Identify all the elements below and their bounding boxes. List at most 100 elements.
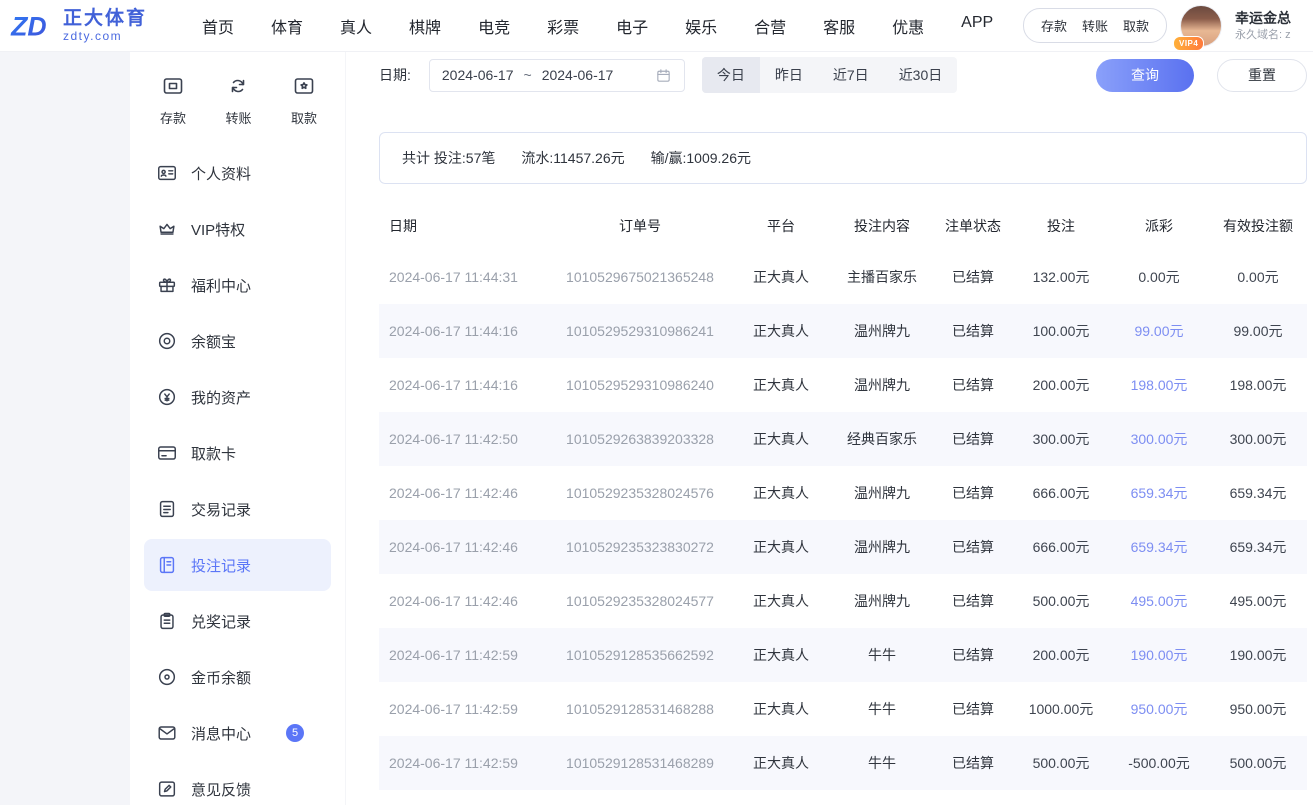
brand-mark-icon: ZD [10,7,56,45]
cell-status: 已结算 [933,321,1013,341]
cell-platform: 正大真人 [731,483,831,503]
cell-bet: 132.00元 [1013,267,1109,287]
clipboard-icon [156,610,178,632]
main-nav: 首页 体育 真人 棋牌 电竞 彩票 电子 娱乐 合营 客服 优惠 APP [202,14,993,38]
table-row: 2024-06-17 11:42:591010529128531468289正大… [379,736,1307,790]
cell-date: 2024-06-17 11:42:59 [379,755,549,771]
date-end-value: 2024-06-17 [542,67,614,83]
table-row: 2024-06-17 11:42:461010529235323830272正大… [379,520,1307,574]
nav-item-sports[interactable]: 体育 [271,14,303,38]
brand-logo[interactable]: ZD 正大体育 zdty.com [10,7,176,45]
sidebar-item-transactions[interactable]: 交易记录 [144,483,331,535]
cell-order: 1010529675021365248 [549,269,731,285]
cell-valid: 659.34元 [1209,483,1307,503]
range-today-button[interactable]: 今日 [702,57,760,93]
date-range-input[interactable]: 2024-06-17 ~ 2024-06-17 [429,59,685,92]
sidebar-item-withdraw-card[interactable]: 取款卡 [144,427,331,479]
sidebar-item-vip[interactable]: VIP特权 [144,203,331,255]
cell-order: 1010529235323830272 [549,539,731,555]
main-content: 日期: 2024-06-17 ~ 2024-06-17 今日昨日近7日近30日 … [346,52,1313,805]
sidebar-item-label: 意见反馈 [191,779,251,800]
nav-item-home[interactable]: 首页 [202,14,234,38]
nav-item-esports[interactable]: 电竞 [478,14,510,38]
cell-date: 2024-06-17 11:42:59 [379,647,549,663]
sidebar-item-welfare[interactable]: 福利中心 [144,259,331,311]
sidebar-item-message-center[interactable]: 消息中心5 [144,707,331,759]
query-button[interactable]: 查询 [1096,59,1194,92]
cell-valid: 659.34元 [1209,537,1307,557]
range-last30-button[interactable]: 近30日 [884,57,958,93]
cell-order: 1010529128531468289 [549,755,731,771]
col-header-content: 投注内容 [831,216,933,236]
nav-item-lottery[interactable]: 彩票 [547,14,579,38]
quick-action-transfer[interactable]: 转账 [225,74,251,127]
sidebar-item-feedback[interactable]: 意见反馈 [144,763,331,805]
calendar-icon[interactable] [655,67,672,84]
transfer-icon [226,74,250,101]
cell-order: 1010529128531468288 [549,701,731,717]
sidebar: 存款转账取款 个人资料 VIP特权福利中心余额宝我的资产取款卡交易记录投注记录兑奖… [130,52,346,805]
sidebar-item-label: 个人资料 [191,163,251,184]
quick-action-label: 取款 [291,108,317,127]
cell-payout: 659.34元 [1109,537,1209,557]
cell-status: 已结算 [933,537,1013,557]
range-last7-button[interactable]: 近7日 [818,57,884,93]
summary-card: 共计 投注:57笔 流水:11457.26元 输/赢:1009.26元 [379,132,1307,184]
ledger-icon [156,554,178,576]
wallet-deposit-link[interactable]: 存款 [1041,16,1067,35]
nav-item-entertainment[interactable]: 娱乐 [685,14,717,38]
quick-action-deposit[interactable]: 存款 [160,74,186,127]
quick-action-withdraw[interactable]: 取款 [291,74,317,127]
cell-payout: 190.00元 [1109,645,1209,665]
date-range-presets: 今日昨日近7日近30日 [702,57,957,93]
cell-date: 2024-06-17 11:44:31 [379,269,549,285]
unread-count-badge: 5 [286,724,304,742]
cell-date: 2024-06-17 11:44:16 [379,377,549,393]
cell-order: 1010529128535662592 [549,647,731,663]
cell-platform: 正大真人 [731,267,831,287]
cell-date: 2024-06-17 11:44:16 [379,323,549,339]
sidebar-item-label: 我的资产 [191,387,251,408]
wallet-withdraw-link[interactable]: 取款 [1123,16,1149,35]
sidebar-item-profile[interactable]: 个人资料 [144,147,331,199]
cell-content: 牛牛 [831,645,933,665]
sidebar-item-assets[interactable]: 我的资产 [144,371,331,423]
nav-item-app[interactable]: APP [961,14,993,38]
sidebar-item-gold-balance[interactable]: 金币余额 [144,651,331,703]
nav-item-live[interactable]: 真人 [340,14,372,38]
vip-badge: VIP4 [1173,36,1204,51]
table-row: 2024-06-17 11:42:591010529128535662592正大… [379,628,1307,682]
sidebar-item-redeem-records[interactable]: 兑奖记录 [144,595,331,647]
sidebar-item-bet-records[interactable]: 投注记录 [144,539,331,591]
cell-platform: 正大真人 [731,591,831,611]
reset-button[interactable]: 重置 [1217,59,1307,92]
cell-bet: 666.00元 [1013,483,1109,503]
cell-bet: 100.00元 [1013,321,1109,341]
left-gutter [0,52,130,805]
nav-item-partnership[interactable]: 合营 [754,14,786,38]
date-start-value: 2024-06-17 [442,67,514,83]
cell-payout: 198.00元 [1109,375,1209,395]
cell-status: 已结算 [933,753,1013,773]
cell-order: 1010529529310986240 [549,377,731,393]
cell-order: 1010529235328024576 [549,485,731,501]
col-header-date: 日期 [379,216,549,236]
cell-status: 已结算 [933,375,1013,395]
edit-square-icon [156,778,178,800]
cell-status: 已结算 [933,645,1013,665]
nav-item-promo[interactable]: 优惠 [892,14,924,38]
cell-valid: 198.00元 [1209,375,1307,395]
rings-icon [156,330,178,352]
nav-item-chess[interactable]: 棋牌 [409,14,441,38]
sidebar-item-yuebao[interactable]: 余额宝 [144,315,331,367]
nav-item-service[interactable]: 客服 [823,14,855,38]
range-yesterday-button[interactable]: 昨日 [760,57,818,93]
cell-content: 主播百家乐 [831,267,933,287]
doc-lines-icon [156,498,178,520]
wallet-transfer-link[interactable]: 转账 [1082,16,1108,35]
bank-card-icon [156,442,178,464]
wallet-pill: 存款转账取款 [1023,8,1167,43]
mail-icon [156,722,178,744]
nav-item-slots[interactable]: 电子 [616,14,648,38]
topbar: ZD 正大体育 zdty.com 首页 体育 真人 棋牌 电竞 彩票 电子 娱乐 合营 客服 优惠 A… [0,0,1313,52]
